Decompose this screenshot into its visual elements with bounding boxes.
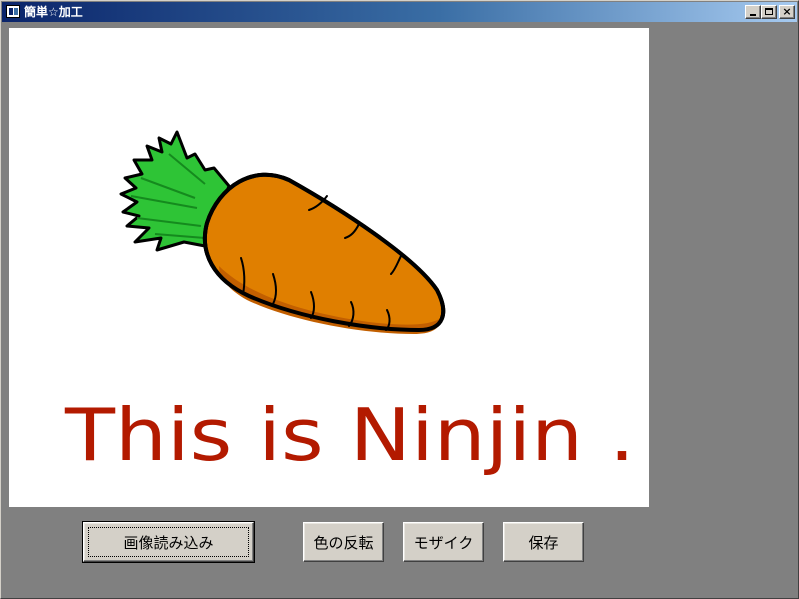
close-button[interactable]: × xyxy=(779,5,795,19)
window-title: 簡単☆加工 xyxy=(24,5,83,19)
maximize-icon xyxy=(765,8,773,15)
save-label: 保存 xyxy=(528,533,559,552)
app-icon[interactable] xyxy=(6,5,20,18)
caption-text: This is Ninjin . xyxy=(64,393,635,477)
invert-colors-label: 色の反転 xyxy=(313,533,374,552)
title-bar[interactable]: 簡単☆加工 × xyxy=(2,2,797,22)
app-window: 簡単☆加工 × This is Ninjin . 画像読み込み 色の反転 モザイ… xyxy=(0,0,799,599)
save-button[interactable]: 保存 xyxy=(503,522,584,562)
mosaic-button[interactable]: モザイク xyxy=(403,522,484,562)
load-image-button[interactable]: 画像読み込み xyxy=(82,521,255,563)
minimize-button[interactable] xyxy=(745,5,761,19)
focus-rect xyxy=(88,527,249,557)
close-icon: × xyxy=(782,5,792,18)
mosaic-label: モザイク xyxy=(413,533,474,552)
minimize-icon xyxy=(750,14,756,16)
invert-colors-button[interactable]: 色の反転 xyxy=(303,522,384,562)
handwritten-caption: This is Ninjin . xyxy=(64,393,635,477)
maximize-button[interactable] xyxy=(761,5,777,19)
image-canvas[interactable]: This is Ninjin . xyxy=(9,28,649,507)
